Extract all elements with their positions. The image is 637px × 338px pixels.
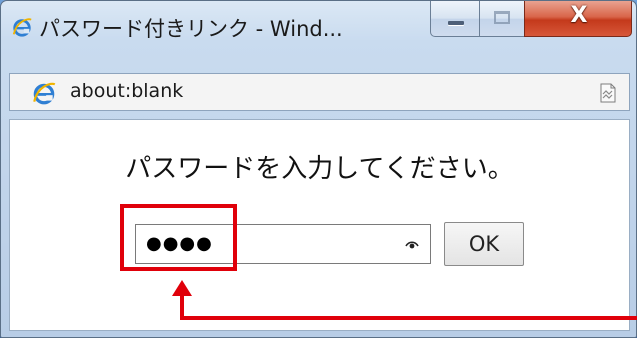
title-bar[interactable]: パスワード付きリンク - Wind... X xyxy=(1,1,636,65)
close-icon: X xyxy=(570,3,588,28)
close-button[interactable]: X xyxy=(524,1,632,37)
ie-popup-window: パスワード付きリンク - Wind... X about:blank パスワード… xyxy=(0,0,637,338)
maximize-button[interactable] xyxy=(479,1,525,37)
ie-logo-icon xyxy=(33,82,56,105)
maximize-icon xyxy=(494,11,510,24)
minimize-icon xyxy=(448,21,464,25)
caption-buttons: X xyxy=(430,1,634,39)
window-title: パスワード付きリンク - Wind... xyxy=(39,17,343,41)
address-url: about:blank xyxy=(70,80,184,102)
minimize-button[interactable] xyxy=(430,1,480,37)
compatibility-view-icon[interactable] xyxy=(599,83,617,103)
ok-button[interactable]: OK xyxy=(444,222,524,266)
page-content: パスワードを入力してください。 ●●●● OK xyxy=(9,119,630,331)
password-reveal-icon[interactable] xyxy=(405,237,419,251)
highlight-box xyxy=(120,204,237,271)
ie-logo-icon xyxy=(12,18,32,37)
address-bar: about:blank xyxy=(9,73,630,111)
password-prompt: パスワードを入力してください。 xyxy=(125,154,514,184)
